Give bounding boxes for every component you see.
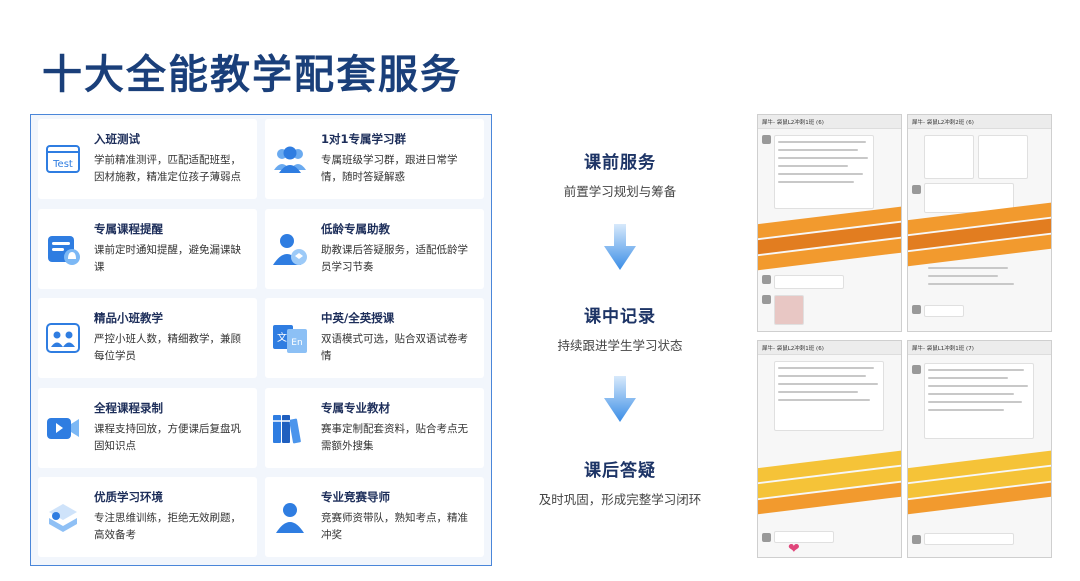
service-desc: 竞赛师资带队，熟知考点，精准冲奖 (321, 512, 468, 541)
service-desc: 严控小班人数，精细教学，兼顾每位学员 (94, 333, 241, 362)
service-card-assistant: 低龄专属助教 助教课后答疑服务，适配低龄学员学习节奏 (265, 208, 484, 289)
down-arrow-icon (604, 224, 636, 270)
service-title: 1对1专属学习群 (321, 132, 407, 146)
group-people-icon (274, 146, 306, 173)
service-desc: 专注思维训练，拒绝无效刷题，高效备考 (94, 512, 241, 541)
chat-screenshot: 犀牛- 袋鼠L2冲刺1班 (6) ❤ (757, 340, 902, 558)
small-class-icon (46, 323, 80, 353)
service-card-entrance-test: Test 入班测试 学前精准测评，匹配适配班型，因材施教，精准定位孩子薄弱点 (38, 119, 257, 199)
assistant-user-icon (273, 233, 307, 265)
service-desc: 学前精准测评，匹配适配班型，因材施教，精准定位孩子薄弱点 (94, 154, 241, 183)
service-card-study-group: 1对1专属学习群 专属班级学习群，跟进日常学情，随时答疑解惑 (265, 119, 484, 199)
services-panel: Test 入班测试 学前精准测评，匹配适配班型，因材施教，精准定位孩子薄弱点 1… (30, 114, 492, 566)
service-desc: 专属班级学习群，跟进日常学情，随时答疑解惑 (321, 154, 458, 183)
chat-header: 犀牛- 袋鼠L2冲刺1班 (6) (758, 115, 901, 129)
video-record-icon (47, 417, 79, 439)
service-title: 专属专业教材 (321, 400, 390, 415)
service-card-bilingual: 文 En 中英/全英授课 双语模式可选，贴合双语试卷考情 (265, 298, 484, 378)
chat-header: 犀牛- 袋鼠L2冲刺2班 (6) (908, 115, 1051, 129)
service-title: 入班测试 (94, 132, 140, 146)
service-title: 专属课程提醒 (94, 221, 163, 236)
service-title: 精品小班教学 (94, 311, 163, 325)
service-title: 优质学习环境 (94, 490, 163, 504)
service-card-materials: 专属专业教材 赛事定制配套资料，贴合考点无需额外搜集 (265, 387, 484, 468)
chat-screenshot: 犀牛- 袋鼠L1冲刺1班 (7) (907, 340, 1052, 558)
chat-screenshots: 犀牛- 袋鼠L2冲刺1班 (6) 犀牛- 袋鼠L2冲刺2班 (6) 犀牛- 袋鼠… (757, 114, 1052, 569)
chat-screenshot: 犀牛- 袋鼠L2冲刺2班 (6) (907, 114, 1052, 332)
bilingual-icon: 文 En (273, 325, 307, 353)
service-card-environment: 优质学习环境 专注思维训练，拒绝无效刷题，高效备考 (38, 477, 257, 557)
service-title: 专业竞赛导师 (321, 490, 390, 504)
service-title: 中英/全英授课 (321, 311, 395, 325)
stage-desc: 持续跟进学生学习状态 (557, 338, 683, 353)
service-desc: 助教课后答疑服务，适配低龄学员学习节奏 (321, 243, 468, 273)
service-card-course-reminder: 专属课程提醒 课前定时通知提醒，避免漏课缺课 (38, 208, 257, 289)
stage-after-class: 课后答疑 及时巩固，形成完整学习闭环 (510, 456, 730, 508)
bell-reminder-icon (48, 235, 80, 265)
service-card-mentor: 专业竞赛导师 竞赛师资带队，熟知考点，精准冲奖 (265, 477, 484, 557)
stage-in-class: 课中记录 持续跟进学生学习状态 (510, 302, 730, 354)
page-title: 十大全能教学配套服务 (42, 52, 462, 98)
service-card-small-class: 精品小班教学 严控小班人数，精细教学，兼顾每位学员 (38, 298, 257, 378)
svg-text:文: 文 (277, 331, 287, 344)
chat-screenshot: 犀牛- 袋鼠L2冲刺1班 (6) (757, 114, 902, 332)
stage-title: 课后答疑 (584, 461, 656, 481)
service-title: 低龄专属助教 (321, 221, 390, 236)
service-card-recording: 全程课程录制 课程支持回放，方便课后复盘巩固知识点 (38, 387, 257, 468)
service-desc: 赛事定制配套资料，贴合考点无需额外搜集 (321, 422, 468, 452)
mentor-user-icon (276, 503, 304, 533)
stage-desc: 及时巩固，形成完整学习闭环 (538, 492, 702, 507)
stage-before-class: 课前服务 前置学习规划与筹备 (510, 148, 730, 200)
books-icon (273, 414, 301, 443)
svg-text:En: En (291, 338, 302, 348)
service-desc: 双语模式可选，贴合双语试卷考情 (321, 333, 468, 362)
svg-text:Test: Test (52, 159, 73, 170)
chat-header: 犀牛- 袋鼠L2冲刺1班 (6) (758, 341, 901, 355)
heart-icon: ❤ (788, 541, 800, 557)
stage-title: 课前服务 (584, 153, 656, 173)
service-title: 全程课程录制 (94, 400, 163, 415)
down-arrow-icon (604, 376, 636, 422)
test-screen-icon: Test (46, 145, 80, 173)
service-desc: 课程支持回放，方便课后复盘巩固知识点 (94, 422, 241, 452)
stage-title: 课中记录 (584, 307, 656, 327)
environment-icon (49, 504, 77, 532)
service-desc: 课前定时通知提醒，避免漏课缺课 (94, 243, 241, 273)
stage-desc: 前置学习规划与筹备 (563, 184, 677, 199)
chat-header: 犀牛- 袋鼠L1冲刺1班 (7) (908, 341, 1051, 355)
